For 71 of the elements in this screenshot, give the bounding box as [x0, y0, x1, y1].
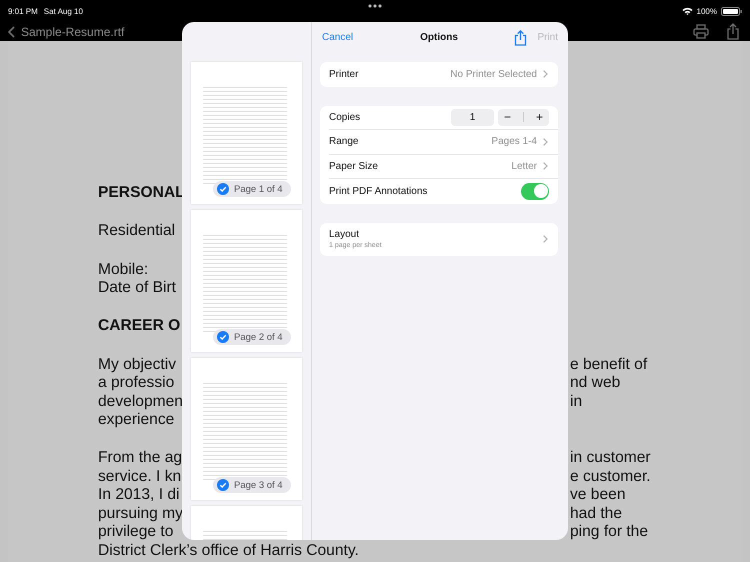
status-date: Sat Aug 10 — [44, 6, 83, 16]
wifi-icon — [682, 7, 693, 15]
chevron-right-icon — [543, 70, 548, 78]
copies-field[interactable]: 1 — [451, 108, 494, 126]
share-icon[interactable] — [514, 30, 528, 46]
document-text-line: Residential — [98, 222, 176, 240]
cancel-button[interactable]: Cancel — [320, 32, 354, 43]
option-value: Letter — [511, 160, 537, 172]
page-thumbnail[interactable]: Page 1 of 4 — [191, 62, 302, 204]
page-thumbnail[interactable]: Page 3 of 4 — [191, 358, 302, 500]
page-badge[interactable]: Page 2 of 4 — [213, 329, 291, 345]
option-label: Printer — [329, 68, 358, 80]
option-row[interactable]: Range Pages 1-4 — [329, 130, 558, 154]
stepper[interactable]: − + — [498, 108, 549, 126]
document-text-line: in customer — [570, 449, 651, 468]
chevron-left-icon — [8, 26, 15, 38]
document-text-line: service. I kn — [98, 468, 182, 485]
document-text-line: nd web — [570, 374, 620, 393]
toggle-switch[interactable] — [521, 182, 549, 200]
minus-icon[interactable]: − — [504, 110, 511, 124]
checkmark-icon[interactable] — [217, 479, 229, 491]
option-label: Copies — [329, 112, 360, 123]
checkmark-icon[interactable] — [217, 183, 229, 195]
status-time: 9:01 PM — [8, 6, 38, 16]
document-text-line: CAREER O — [98, 317, 180, 334]
document-text-line: privilege to — [98, 523, 174, 540]
more-dots-icon[interactable] — [368, 4, 382, 8]
document-text-line: ping for the — [570, 523, 648, 542]
document-text-line: had the — [570, 504, 622, 524]
page-label: Page 1 of 4 — [234, 184, 283, 194]
option-row[interactable]: Copies 1 − + — [329, 106, 558, 130]
option-label: Range — [329, 136, 358, 148]
option-row[interactable]: Print PDF Annotations — [329, 179, 558, 204]
option-row[interactable]: Printer No Printer Selected — [329, 62, 558, 86]
chevron-right-icon — [543, 235, 548, 243]
option-value: Pages 1-4 — [491, 136, 537, 148]
checkmark-icon[interactable] — [217, 331, 229, 343]
back-button[interactable]: Sample-Resume.rtf — [8, 24, 124, 38]
document-text-line: in — [570, 392, 582, 412]
share-icon[interactable] — [726, 23, 740, 40]
battery-icon — [721, 6, 742, 16]
document-text-line: Date of Birt — [98, 279, 176, 296]
document-text-line: ve been — [570, 486, 626, 505]
document-text-line: e benefit of — [570, 356, 648, 374]
option-value: No Printer Selected — [450, 68, 537, 80]
document-text-line: In 2013, I di — [98, 486, 180, 504]
option-label: Print PDF Annotations — [329, 186, 428, 197]
chevron-right-icon — [543, 162, 548, 170]
printer-icon[interactable] — [693, 24, 709, 39]
battery-percentage: 100% — [696, 6, 717, 16]
document-text-line: District Clerk’s office of Harris County. — [98, 542, 359, 559]
document-text-line: My objectiv — [98, 356, 176, 373]
sheet-title: Options — [420, 32, 458, 43]
document-text-line: experience — [98, 411, 174, 428]
page-label: Page 3 of 4 — [234, 480, 283, 490]
document-text-line: pursuing my — [98, 504, 183, 522]
document-text-line: a professio — [98, 374, 174, 392]
document-text-line: PERSONAL — [98, 184, 185, 201]
option-label: Layout — [329, 229, 360, 240]
chevron-right-icon — [543, 138, 548, 146]
option-label: Paper Size — [329, 160, 378, 172]
plus-icon[interactable]: + — [536, 110, 543, 124]
page-badge[interactable]: Page 3 of 4 — [213, 477, 291, 493]
document-text-line: developmen — [98, 392, 183, 410]
document-text-line: From the ag — [98, 449, 182, 466]
page-badge[interactable]: Page 1 of 4 — [213, 181, 291, 197]
document-text-line: e customer. — [570, 468, 651, 486]
page-label: Page 2 of 4 — [234, 332, 283, 342]
document-text-line: Mobile: — [98, 260, 148, 278]
option-row[interactable]: Paper Size Letter — [329, 154, 558, 179]
page-thumbnail[interactable]: Page 2 of 4 — [191, 210, 302, 352]
